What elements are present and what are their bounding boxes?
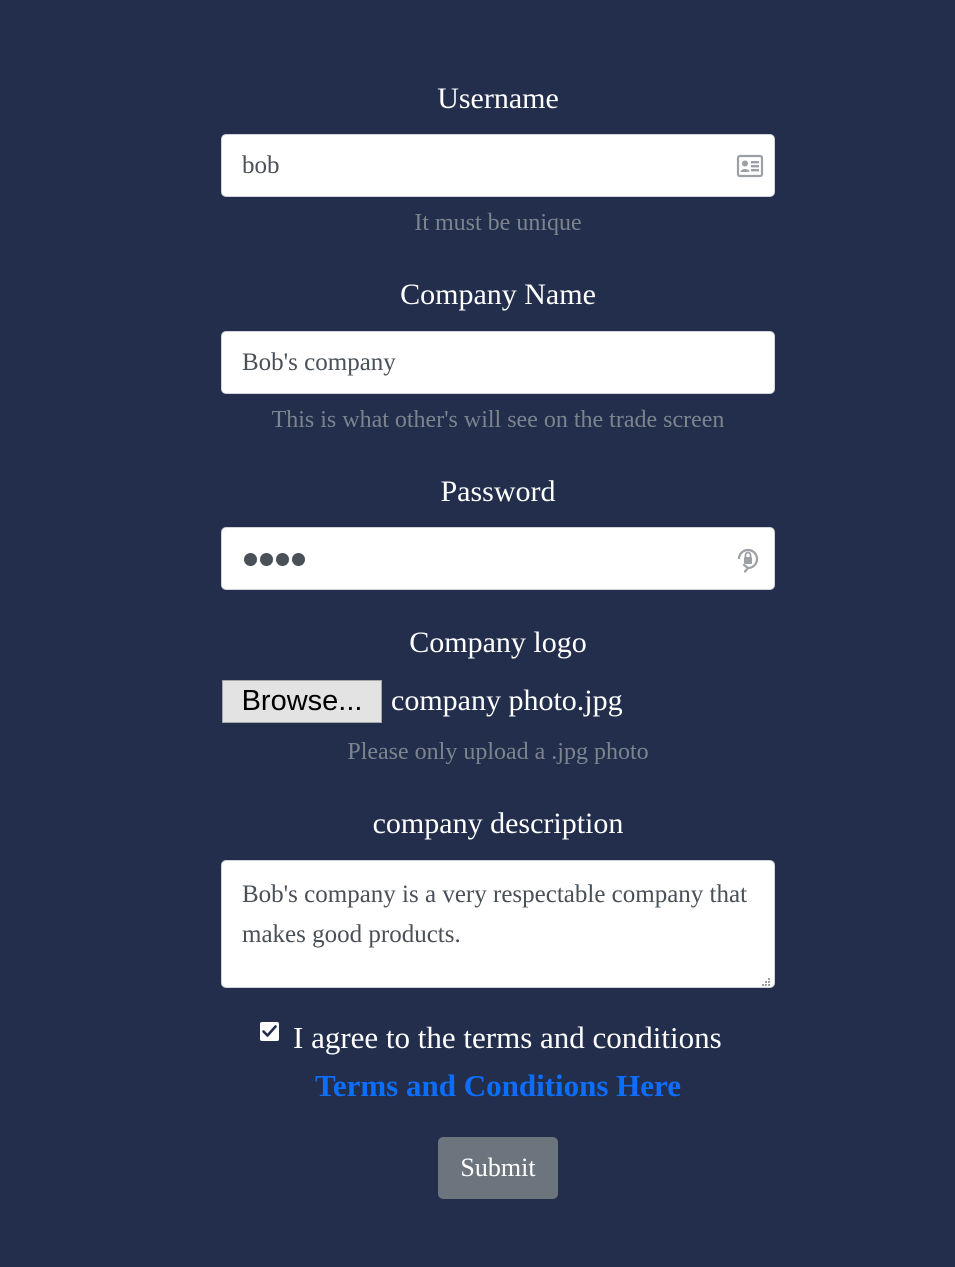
username-hint: It must be unique	[414, 210, 582, 236]
company-logo-hint: Please only upload a .jpg photo	[347, 739, 649, 765]
company-logo-label: Company logo	[409, 626, 587, 659]
password-input[interactable]	[221, 527, 775, 590]
password-dot	[244, 553, 257, 566]
browse-button[interactable]: Browse...	[222, 680, 382, 723]
username-value: bob	[242, 152, 280, 179]
password-dot	[260, 553, 273, 566]
company-name-hint: This is what other's will see on the tra…	[271, 407, 725, 433]
resize-grip-icon[interactable]	[761, 974, 771, 986]
username-input[interactable]: bob	[221, 134, 775, 197]
checkmark-icon	[262, 1025, 277, 1037]
selected-file-name: company photo.jpg	[391, 684, 623, 717]
company-description-label: company description	[372, 807, 624, 840]
password-mask	[244, 550, 305, 568]
terms-link[interactable]: Terms and Conditions Here	[0, 1070, 955, 1101]
username-label: Username	[437, 82, 559, 115]
submit-button[interactable]: Submit	[438, 1137, 558, 1199]
company-description-value: Bob's company is a very respectable comp…	[242, 881, 748, 948]
password-dot	[276, 553, 289, 566]
company-name-input[interactable]: Bob's company	[221, 331, 775, 394]
company-name-label: Company Name	[400, 278, 596, 311]
password-dot	[292, 553, 305, 566]
terms-checkbox[interactable]	[260, 1022, 279, 1041]
contact-card-icon	[736, 153, 764, 179]
terms-agree-label: I agree to the terms and conditions	[293, 1020, 722, 1055]
password-label: Password	[440, 475, 556, 508]
company-description-textarea[interactable]: Bob's company is a very respectable comp…	[221, 860, 775, 988]
password-lock-icon[interactable]	[734, 545, 762, 573]
company-name-value: Bob's company	[242, 349, 396, 376]
